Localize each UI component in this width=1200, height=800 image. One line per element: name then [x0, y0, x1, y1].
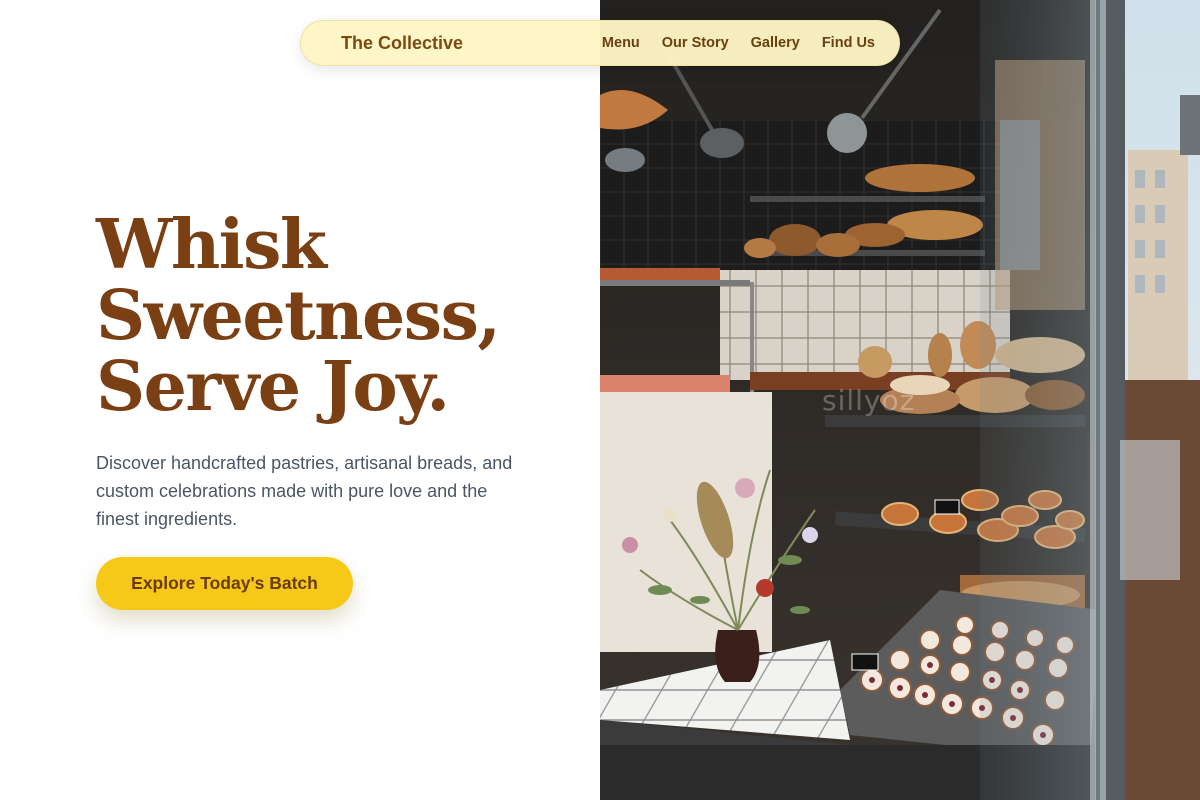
hero-headline: Whisk Sweetness, Serve Joy. — [96, 210, 566, 423]
nav-link-our-story[interactable]: Our Story — [662, 35, 729, 51]
headline-line-1: Whisk — [96, 205, 327, 285]
hero-description: Discover handcrafted pastries, artisanal… — [96, 453, 513, 529]
hero-section: Whisk Sweetness, Serve Joy. Discover han… — [96, 210, 566, 610]
brand-logo[interactable]: The Collective — [341, 33, 602, 54]
nav-link-find-us[interactable]: Find Us — [822, 35, 875, 51]
headline-line-3: Serve Joy. — [96, 347, 450, 427]
nav-link-gallery[interactable]: Gallery — [751, 35, 800, 51]
nav-link-menu[interactable]: Menu — [602, 35, 640, 51]
nav-links: Menu Our Story Gallery Find Us — [602, 35, 875, 51]
bakery-window-photo: sillyoz — [600, 0, 1200, 800]
photo-watermark: sillyoz — [822, 384, 916, 417]
top-nav: The Collective Menu Our Story Gallery Fi… — [300, 20, 900, 66]
explore-batch-button[interactable]: Explore Today's Batch — [96, 557, 353, 610]
headline-line-2: Sweetness, — [96, 276, 501, 356]
